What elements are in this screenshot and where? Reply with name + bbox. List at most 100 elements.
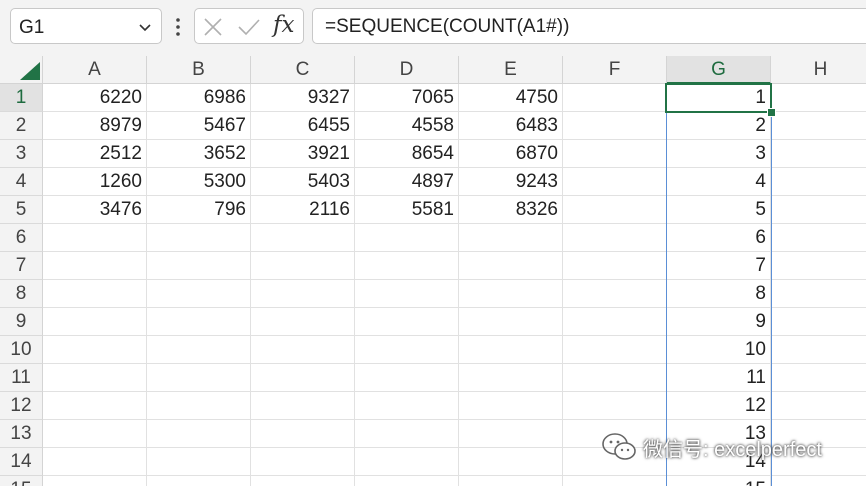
cell-c1[interactable]: 9327 xyxy=(251,84,355,112)
cell-d5[interactable]: 5581 xyxy=(355,196,459,224)
cell-d1[interactable]: 7065 xyxy=(355,84,459,112)
row-header-3[interactable]: 3 xyxy=(0,140,43,168)
cell-g4[interactable]: 4 xyxy=(667,168,771,196)
cell-b8[interactable] xyxy=(147,280,251,308)
cell-e6[interactable] xyxy=(459,224,563,252)
cell-g15[interactable]: 15 xyxy=(667,476,771,486)
cell-h15[interactable] xyxy=(771,476,866,486)
row-header-9[interactable]: 9 xyxy=(0,308,43,336)
cell-g9[interactable]: 9 xyxy=(667,308,771,336)
cell-g5[interactable]: 5 xyxy=(667,196,771,224)
cell-c12[interactable] xyxy=(251,392,355,420)
cell-b9[interactable] xyxy=(147,308,251,336)
cell-b2[interactable]: 5467 xyxy=(147,112,251,140)
confirm-check-icon[interactable] xyxy=(237,17,261,37)
cell-g1[interactable]: 1 xyxy=(667,84,771,112)
cell-e10[interactable] xyxy=(459,336,563,364)
cell-d6[interactable] xyxy=(355,224,459,252)
cell-a7[interactable] xyxy=(43,252,147,280)
cell-h2[interactable] xyxy=(771,112,866,140)
cell-e15[interactable] xyxy=(459,476,563,486)
row-header-6[interactable]: 6 xyxy=(0,224,43,252)
cell-d4[interactable]: 4897 xyxy=(355,168,459,196)
cell-f8[interactable] xyxy=(563,280,667,308)
cell-f7[interactable] xyxy=(563,252,667,280)
row-header-2[interactable]: 2 xyxy=(0,112,43,140)
column-header-g[interactable]: G xyxy=(667,56,771,84)
cell-f15[interactable] xyxy=(563,476,667,486)
cell-d2[interactable]: 4558 xyxy=(355,112,459,140)
cell-g7[interactable]: 7 xyxy=(667,252,771,280)
cell-a2[interactable]: 8979 xyxy=(43,112,147,140)
cell-d7[interactable] xyxy=(355,252,459,280)
cell-f12[interactable] xyxy=(563,392,667,420)
column-header-b[interactable]: B xyxy=(147,56,251,84)
cell-f11[interactable] xyxy=(563,364,667,392)
cell-c4[interactable]: 5403 xyxy=(251,168,355,196)
cell-a9[interactable] xyxy=(43,308,147,336)
cell-d8[interactable] xyxy=(355,280,459,308)
row-header-14[interactable]: 14 xyxy=(0,448,43,476)
cell-b3[interactable]: 3652 xyxy=(147,140,251,168)
cell-e5[interactable]: 8326 xyxy=(459,196,563,224)
cell-a6[interactable] xyxy=(43,224,147,252)
cell-c9[interactable] xyxy=(251,308,355,336)
column-header-a[interactable]: A xyxy=(43,56,147,84)
cell-d11[interactable] xyxy=(355,364,459,392)
column-header-d[interactable]: D xyxy=(355,56,459,84)
cell-c11[interactable] xyxy=(251,364,355,392)
cell-h12[interactable] xyxy=(771,392,866,420)
cell-c3[interactable]: 3921 xyxy=(251,140,355,168)
cell-e13[interactable] xyxy=(459,420,563,448)
row-header-13[interactable]: 13 xyxy=(0,420,43,448)
cell-e2[interactable]: 6483 xyxy=(459,112,563,140)
cell-e3[interactable]: 6870 xyxy=(459,140,563,168)
cell-h3[interactable] xyxy=(771,140,866,168)
cell-f10[interactable] xyxy=(563,336,667,364)
cell-f5[interactable] xyxy=(563,196,667,224)
row-header-10[interactable]: 10 xyxy=(0,336,43,364)
cell-h5[interactable] xyxy=(771,196,866,224)
more-options-icon[interactable] xyxy=(172,14,184,40)
cell-c5[interactable]: 2116 xyxy=(251,196,355,224)
cell-h4[interactable] xyxy=(771,168,866,196)
column-header-e[interactable]: E xyxy=(459,56,563,84)
cell-b7[interactable] xyxy=(147,252,251,280)
cell-e14[interactable] xyxy=(459,448,563,476)
fill-handle[interactable] xyxy=(767,108,776,117)
cell-c10[interactable] xyxy=(251,336,355,364)
cell-a1[interactable]: 6220 xyxy=(43,84,147,112)
cell-h9[interactable] xyxy=(771,308,866,336)
cell-g3[interactable]: 3 xyxy=(667,140,771,168)
cell-f2[interactable] xyxy=(563,112,667,140)
cell-d12[interactable] xyxy=(355,392,459,420)
cell-d3[interactable]: 8654 xyxy=(355,140,459,168)
cell-b6[interactable] xyxy=(147,224,251,252)
cell-g12[interactable]: 12 xyxy=(667,392,771,420)
cell-d15[interactable] xyxy=(355,476,459,486)
cell-f3[interactable] xyxy=(563,140,667,168)
cell-f1[interactable] xyxy=(563,84,667,112)
cell-g10[interactable]: 10 xyxy=(667,336,771,364)
cell-a15[interactable] xyxy=(43,476,147,486)
cell-g11[interactable]: 11 xyxy=(667,364,771,392)
row-header-5[interactable]: 5 xyxy=(0,196,43,224)
cell-e12[interactable] xyxy=(459,392,563,420)
cell-f6[interactable] xyxy=(563,224,667,252)
column-header-c[interactable]: C xyxy=(251,56,355,84)
row-header-1[interactable]: 1 xyxy=(0,84,43,112)
cancel-icon[interactable] xyxy=(203,17,223,37)
cell-a10[interactable] xyxy=(43,336,147,364)
cell-e1[interactable]: 4750 xyxy=(459,84,563,112)
column-header-h[interactable]: H xyxy=(771,56,866,84)
cell-a3[interactable]: 2512 xyxy=(43,140,147,168)
cell-d14[interactable] xyxy=(355,448,459,476)
row-header-12[interactable]: 12 xyxy=(0,392,43,420)
cell-b14[interactable] xyxy=(147,448,251,476)
cell-c7[interactable] xyxy=(251,252,355,280)
insert-function-icon[interactable]: fx xyxy=(273,12,294,38)
formula-input[interactable]: =SEQUENCE(COUNT(A1#)) xyxy=(312,8,866,44)
cell-a14[interactable] xyxy=(43,448,147,476)
row-header-7[interactable]: 7 xyxy=(0,252,43,280)
cell-b10[interactable] xyxy=(147,336,251,364)
